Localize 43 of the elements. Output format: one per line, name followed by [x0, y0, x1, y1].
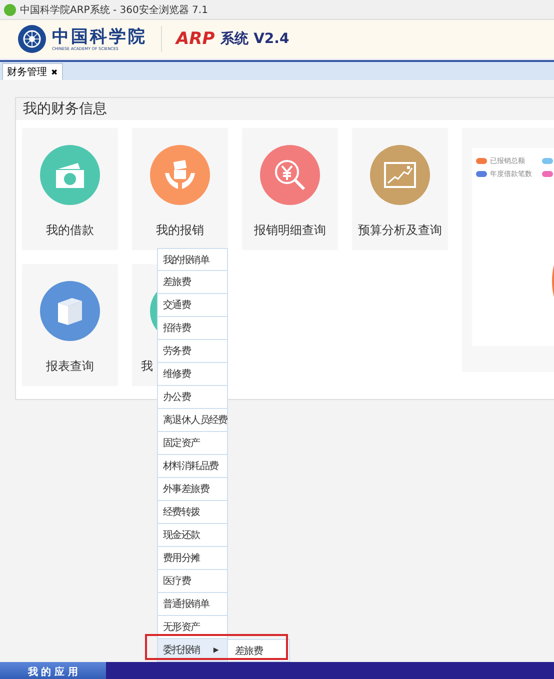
menu-item[interactable]: 招待费: [157, 317, 228, 340]
menu-item[interactable]: 费用分摊: [157, 547, 228, 570]
menu-item[interactable]: 差旅费: [157, 271, 228, 294]
product-logo: ARP: [176, 29, 215, 49]
card-label: 报销明细查询: [254, 222, 326, 239]
menu-card[interactable]: 报销明细查询: [242, 128, 338, 250]
menu-card[interactable]: 我的报销: [132, 128, 228, 250]
wallet-icon: [54, 161, 86, 189]
close-icon[interactable]: ✖: [51, 68, 58, 76]
window-title: 中国科学院ARP系统 - 360安全浏览器 7.1: [20, 4, 208, 16]
organization-name: 中国科学院: [52, 28, 147, 46]
menu-item[interactable]: 维修费: [157, 363, 228, 386]
menu-item[interactable]: 办公费: [157, 386, 228, 409]
menu-item[interactable]: 外事差旅费: [157, 478, 228, 501]
chart-icon: [383, 161, 417, 189]
menu-item[interactable]: 普通报销单: [157, 593, 228, 616]
menu-card[interactable]: 我的借款: [22, 128, 118, 250]
card-label: 预算分析及查询: [358, 222, 442, 239]
money-hands-icon: [163, 159, 197, 191]
card-label: 我: [141, 358, 153, 375]
tab[interactable]: 财务管理 ✖: [2, 63, 63, 80]
yen-search-icon: [273, 158, 307, 192]
box-icon: [55, 295, 85, 327]
menu-item[interactable]: 经费转拨: [157, 501, 228, 524]
menu-item[interactable]: 离退休人员经费: [157, 409, 228, 432]
menu-item[interactable]: 无形资产: [157, 616, 228, 639]
browser-icon: [4, 4, 16, 16]
menu-item[interactable]: 我的报销单: [157, 248, 228, 271]
menu-card[interactable]: 报表查询: [22, 264, 118, 386]
panel-title: 我的财务信息: [16, 98, 554, 120]
menu-item[interactable]: 材料消耗品费: [157, 455, 228, 478]
menu-card[interactable]: 预算分析及查询: [352, 128, 448, 250]
start-button[interactable]: 我 的 应 用: [0, 662, 106, 679]
menu-item[interactable]: 劳务费: [157, 340, 228, 363]
card-label: 报表查询: [46, 358, 94, 375]
product-version: 系统 V2.4: [220, 30, 290, 48]
menu-item[interactable]: 固定资产: [157, 432, 228, 455]
menu-item[interactable]: 现金还款: [157, 524, 228, 547]
menu-item[interactable]: 医疗费: [157, 570, 228, 593]
card-label: 我的报销: [156, 222, 204, 239]
card-label: 我的借款: [46, 222, 94, 239]
emblem-icon: [18, 25, 46, 53]
menu-item[interactable]: 交通费: [157, 294, 228, 317]
